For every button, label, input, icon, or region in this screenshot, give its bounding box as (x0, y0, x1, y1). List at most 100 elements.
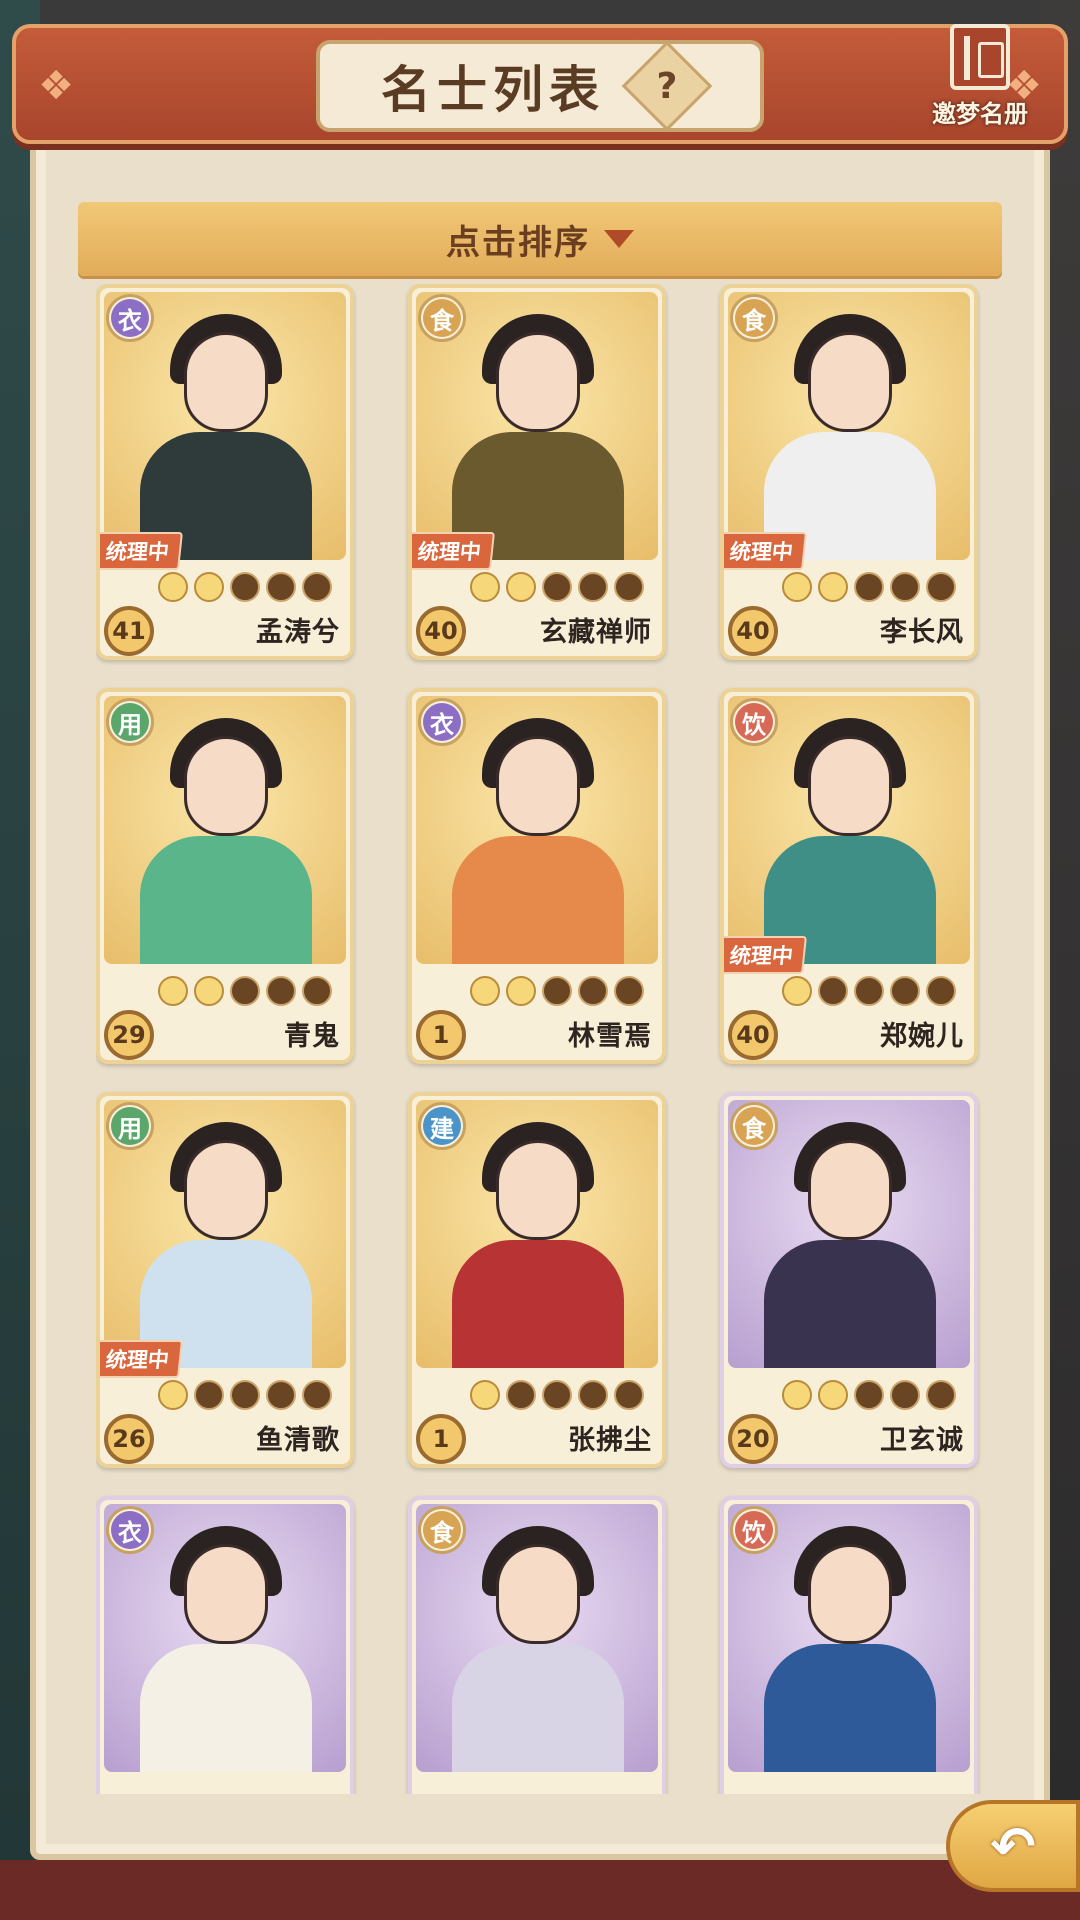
type-badge: 饮 (730, 698, 778, 746)
star-empty-icon (578, 572, 608, 602)
character-name: 鱼清歌 (256, 1425, 340, 1456)
star-empty-icon (194, 1380, 224, 1410)
level-badge: 40 (728, 606, 778, 656)
star-empty-icon (542, 1380, 572, 1410)
character-card[interactable]: 饮统理中 40 郑婉儿 (720, 688, 978, 1064)
portrait-face (496, 332, 580, 432)
title-plate: 名士列表 ? (316, 40, 764, 132)
star-rating (782, 976, 956, 1006)
star-empty-icon (266, 976, 296, 1006)
help-button[interactable]: ? (621, 40, 713, 132)
level-badge: 1 (416, 1414, 466, 1464)
star-rating (470, 572, 644, 602)
star-empty-icon (890, 572, 920, 602)
portrait-robe (140, 1644, 312, 1772)
page-title: 名士列表 (381, 60, 605, 119)
character-name: 玄藏禅师 (540, 617, 652, 648)
sort-button[interactable]: 点击排序 (78, 202, 1002, 276)
star-filled-icon (782, 572, 812, 602)
portrait-face (184, 332, 268, 432)
roster-book-button[interactable]: 邀梦名册 (920, 24, 1040, 134)
star-empty-icon (302, 976, 332, 1006)
star-empty-icon (578, 976, 608, 1006)
star-empty-icon (926, 572, 956, 602)
star-rating (782, 1380, 956, 1410)
character-card[interactable]: 食统理中 40 李长风 (720, 284, 978, 660)
status-badge: 统理中 (100, 532, 183, 570)
level-badge: 40 (416, 606, 466, 656)
character-name: 林雪焉 (568, 1021, 652, 1052)
portrait-face (808, 1140, 892, 1240)
type-badge: 衣 (106, 294, 154, 342)
star-empty-icon (818, 976, 848, 1006)
level-badge: 40 (728, 1010, 778, 1060)
status-badge: 统理中 (100, 1340, 183, 1378)
star-empty-icon (230, 572, 260, 602)
character-card[interactable]: 用统理中 26 鱼清歌 (96, 1092, 354, 1468)
type-badge-label: 食 (735, 299, 773, 337)
star-empty-icon (230, 976, 260, 1006)
star-filled-icon (194, 572, 224, 602)
character-card[interactable]: 衣 (96, 1496, 354, 1794)
star-filled-icon (818, 1380, 848, 1410)
type-badge-label: 用 (111, 1107, 149, 1145)
star-empty-icon (578, 1380, 608, 1410)
type-badge-label: 衣 (111, 299, 149, 337)
star-filled-icon (470, 976, 500, 1006)
star-empty-icon (854, 572, 884, 602)
type-badge: 食 (730, 1102, 778, 1150)
portrait-face (808, 332, 892, 432)
star-rating (782, 572, 956, 602)
type-badge-label: 饮 (735, 1511, 773, 1549)
character-card[interactable]: 饮 (720, 1496, 978, 1794)
type-badge-label: 饮 (735, 703, 773, 741)
star-empty-icon (890, 1380, 920, 1410)
character-card[interactable]: 用 29 青鬼 (96, 688, 354, 1064)
portrait-robe (140, 836, 312, 964)
status-badge: 统理中 (412, 532, 495, 570)
star-empty-icon (854, 1380, 884, 1410)
portrait-face (184, 1544, 268, 1644)
portrait-face (496, 1140, 580, 1240)
character-card[interactable]: 衣统理中 41 孟涛兮 (96, 284, 354, 660)
type-badge-label: 食 (423, 1511, 461, 1549)
character-card[interactable]: 食 (408, 1496, 666, 1794)
back-button[interactable]: ↶ (946, 1800, 1080, 1892)
ornament-left-icon: ❖ (38, 63, 74, 109)
character-card[interactable]: 衣 1 林雪焉 (408, 688, 666, 1064)
portrait-face (808, 1544, 892, 1644)
portrait-robe (764, 1240, 936, 1368)
character-name: 卫玄诚 (880, 1425, 964, 1456)
character-card[interactable]: 食 20 卫玄诚 (720, 1092, 978, 1468)
star-filled-icon (194, 976, 224, 1006)
book-icon (950, 24, 1010, 90)
status-badge: 统理中 (724, 532, 807, 570)
character-name: 孟涛兮 (256, 617, 340, 648)
star-filled-icon (782, 1380, 812, 1410)
dropdown-arrow-icon (604, 230, 634, 248)
star-filled-icon (506, 976, 536, 1006)
type-badge: 用 (106, 698, 154, 746)
star-filled-icon (818, 572, 848, 602)
status-badge: 统理中 (724, 936, 807, 974)
portrait-face (496, 736, 580, 836)
star-empty-icon (266, 572, 296, 602)
star-empty-icon (230, 1380, 260, 1410)
type-badge: 饮 (730, 1506, 778, 1554)
roster-book-label: 邀梦名册 (932, 100, 1028, 128)
background-bottom (0, 1860, 1080, 1920)
star-filled-icon (506, 572, 536, 602)
star-empty-icon (926, 1380, 956, 1410)
sort-label: 点击排序 (446, 222, 590, 263)
portrait-face (184, 736, 268, 836)
star-rating (470, 976, 644, 1006)
character-card[interactable]: 建 1 张拂尘 (408, 1092, 666, 1468)
character-name: 张拂尘 (568, 1425, 652, 1456)
type-badge-label: 衣 (423, 703, 461, 741)
star-rating (158, 572, 332, 602)
star-rating (470, 1380, 644, 1410)
type-badge-label: 用 (111, 703, 149, 741)
character-card[interactable]: 食统理中 40 玄藏禅师 (408, 284, 666, 660)
star-empty-icon (542, 976, 572, 1006)
level-badge: 20 (728, 1414, 778, 1464)
